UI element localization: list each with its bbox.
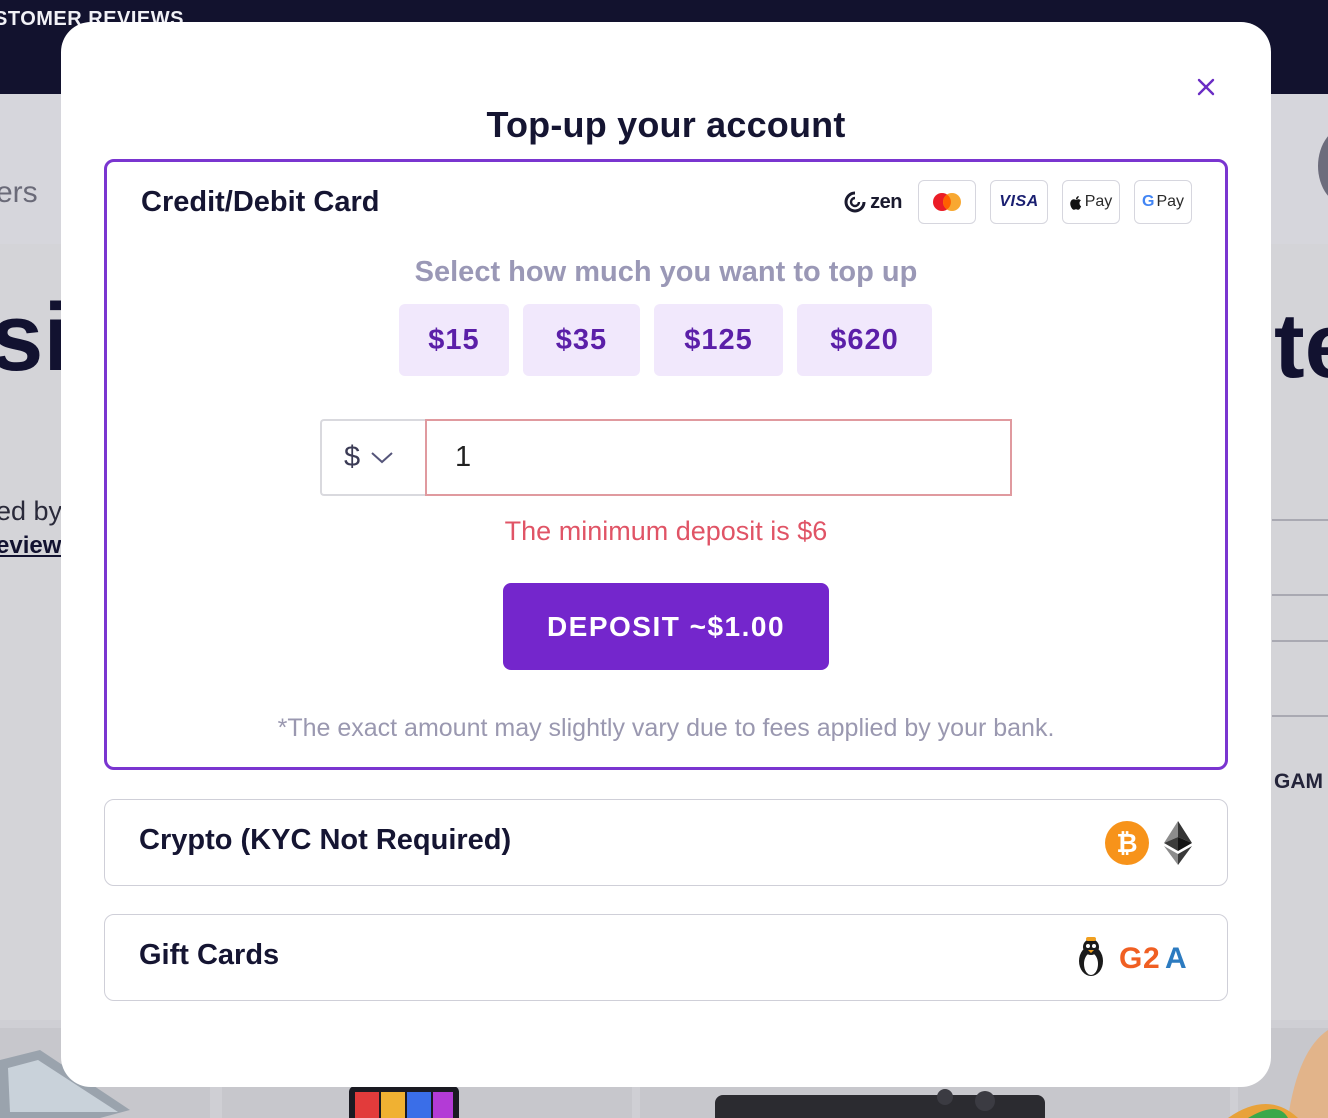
penguin-icon — [1079, 937, 1103, 976]
visa-label: VISA — [999, 193, 1039, 210]
g2a-logo: G 2 A — [1119, 942, 1187, 973]
background-text: ed by — [0, 496, 63, 526]
zen-icon — [844, 191, 866, 213]
ethereum-icon — [1164, 821, 1192, 865]
gift-card-logos: G 2 A — [1075, 937, 1193, 977]
gift-cards-panel[interactable]: Gift Cards G 2 A — [104, 914, 1228, 1001]
fee-footnote: *The exact amount may slightly vary due … — [277, 714, 1055, 742]
background-product-image — [715, 1089, 1045, 1118]
amount-option-620[interactable]: $620 — [797, 304, 932, 376]
background-divider — [1272, 594, 1328, 596]
chevron-down-icon — [371, 451, 393, 463]
svg-text:₿: ₿ — [1116, 829, 1137, 859]
close-icon[interactable] — [1195, 76, 1217, 98]
background-heading: te — [1274, 295, 1328, 397]
amount-input[interactable]: 1 — [425, 419, 1012, 496]
svg-text:A: A — [1165, 942, 1187, 973]
modal-title: Top-up your account — [486, 104, 846, 145]
background-link: eview — [0, 532, 62, 559]
g2a-label: G — [1119, 942, 1142, 973]
currency-symbol: $ — [344, 441, 361, 473]
amount-option-35[interactable]: $35 — [523, 304, 640, 376]
visa-logo: VISA — [990, 180, 1048, 224]
topup-modal: Top-up your account Credit/Debit Card ze… — [61, 22, 1271, 1087]
apple-pay-logo: Pay — [1062, 180, 1120, 224]
gift-cards-title: Gift Cards — [139, 939, 280, 971]
select-amount-label: Select how much you want to top up — [414, 256, 918, 288]
svg-text:2: 2 — [1143, 942, 1160, 973]
error-message: The minimum deposit is $6 — [504, 516, 828, 546]
bitcoin-icon: ₿ — [1105, 821, 1149, 865]
amount-option-125[interactable]: $125 — [654, 304, 783, 376]
google-g-icon: G — [1141, 193, 1155, 210]
background-text: GAM — [1274, 770, 1323, 793]
zen-label: zen — [870, 190, 902, 213]
background-divider — [1272, 715, 1328, 717]
background-divider — [1272, 640, 1328, 642]
currency-select[interactable]: $ — [320, 419, 426, 496]
background-text: ers — [0, 176, 38, 209]
credit-card-title: Credit/Debit Card — [141, 186, 380, 218]
zen-logo: zen — [844, 191, 902, 214]
mastercard-logo — [918, 180, 976, 224]
amount-option-15[interactable]: $15 — [399, 304, 509, 376]
mastercard-icon — [933, 193, 961, 211]
background-heading: si — [0, 284, 71, 391]
apple-icon — [1069, 195, 1081, 210]
credit-card-panel[interactable]: Credit/Debit Card zen VISA Pay G Pay Sel… — [104, 159, 1228, 770]
payment-logos: zen VISA Pay G Pay — [844, 180, 1192, 224]
google-pay-logo: G Pay — [1134, 180, 1192, 224]
deposit-button[interactable]: DEPOSIT ~$1.00 — [503, 583, 829, 670]
crypto-logos: ₿ — [1105, 821, 1193, 865]
google-pay-label: Pay — [1156, 193, 1185, 210]
apple-pay-label: Pay — [1084, 193, 1113, 210]
amount-options: $15 $35 $125 $620 — [399, 304, 932, 376]
crypto-title: Crypto (KYC Not Required) — [139, 824, 512, 856]
background-divider — [1272, 519, 1328, 521]
crypto-panel[interactable]: Crypto (KYC Not Required) ₿ — [104, 799, 1228, 886]
